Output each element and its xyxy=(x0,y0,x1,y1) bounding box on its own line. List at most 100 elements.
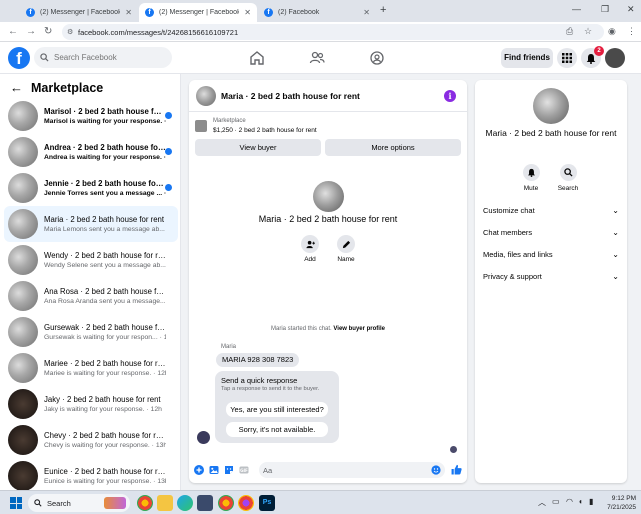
tab-label: (2) Messenger | Facebook xyxy=(40,9,121,16)
conversation-time: 12h xyxy=(150,406,162,413)
photo-icon[interactable] xyxy=(209,465,219,475)
conversation-avatar xyxy=(8,461,38,490)
wifi-icon[interactable]: ◠ xyxy=(566,497,573,506)
new-tab-button[interactable]: + xyxy=(380,4,386,16)
profile-icon[interactable]: ◉ xyxy=(608,26,616,37)
tab-close-icon[interactable]: ✕ xyxy=(363,8,370,17)
browser-tab-1[interactable]: f (2) Messenger | Facebook ✕ xyxy=(20,3,138,22)
bookmark-star-icon[interactable]: ☆ xyxy=(584,26,592,37)
conversation-item[interactable]: Wendy · 2 bed 2 bath house for rent Wendy… xyxy=(4,242,178,278)
photoshop-taskbar-icon[interactable]: Ps xyxy=(259,495,275,511)
conversation-item[interactable]: Jaky · 2 bed 2 bath house for rent Jaky i… xyxy=(4,386,178,422)
chrome-taskbar-icon[interactable] xyxy=(137,495,153,511)
conversation-item[interactable]: Jennie · 2 bed 2 bath house for rent Jenn… xyxy=(4,170,178,206)
browser-tab-3[interactable]: f (2) Facebook ✕ xyxy=(258,3,376,22)
conversation-name: Andrea · 2 bed 2 bath house for rent xyxy=(44,143,166,152)
facebook-favicon-icon: f xyxy=(26,8,35,17)
message-bubble: MARIA 928 308 7823 xyxy=(216,353,300,367)
conversation-item[interactable]: Mariee · 2 bed 2 bath house for rent Mari… xyxy=(4,350,178,386)
conversation-item[interactable]: Maria · 2 bed 2 bath house for rent Maria… xyxy=(4,206,178,242)
conversation-preview: Gursewak is waiting for your respon... ·… xyxy=(44,334,166,341)
friends-icon[interactable] xyxy=(309,50,325,66)
volume-icon[interactable]: ◖ xyxy=(578,497,583,506)
reload-icon[interactable]: ↻ xyxy=(44,26,52,37)
browser-menu-icon[interactable]: ⋮ xyxy=(627,26,636,37)
buyer-avatar[interactable] xyxy=(313,181,344,212)
view-buyer-button[interactable]: View buyer xyxy=(195,139,321,156)
site-info-icon[interactable]: ⚙ xyxy=(67,28,73,36)
maximize-icon[interactable]: ❐ xyxy=(601,4,609,15)
battery-icon[interactable]: ▮ xyxy=(589,497,593,506)
chat-members-section[interactable]: Chat members ⌄ xyxy=(483,226,619,240)
conversation-name: Maria · 2 bed 2 bath house for rent xyxy=(44,215,165,224)
windows-start-icon[interactable] xyxy=(10,497,22,509)
conversation-item[interactable]: Marisol · 2 bed 2 bath house for rent Mar… xyxy=(4,98,178,134)
facebook-logo-icon[interactable]: f xyxy=(8,47,30,69)
minimize-icon[interactable]: — xyxy=(572,4,581,14)
name-action[interactable]: Name xyxy=(334,235,358,263)
chat-title[interactable]: Maria · 2 bed 2 bath house for rent xyxy=(221,91,360,101)
quick-response-still-interested[interactable]: Yes, are you still interested? xyxy=(226,402,328,417)
conversation-item[interactable]: Eunice · 2 bed 2 bath house for rent Euni… xyxy=(4,458,178,490)
section-label: Customize chat xyxy=(483,206,535,215)
taskbar-search[interactable]: Search xyxy=(28,494,130,512)
url-field[interactable]: ⚙ facebook.com/messages/t/24268156616109… xyxy=(62,24,604,40)
message-input[interactable] xyxy=(263,463,423,477)
back-arrow-icon[interactable]: ← xyxy=(8,26,18,37)
tab-close-icon[interactable]: ✕ xyxy=(244,8,251,17)
chat-panel: Maria · 2 bed 2 bath house for rent i Ma… xyxy=(189,80,467,483)
unread-dot xyxy=(165,184,172,191)
section-label: Privacy & support xyxy=(483,272,542,281)
forward-arrow-icon[interactable]: → xyxy=(26,26,36,37)
file-explorer-icon[interactable] xyxy=(157,495,173,511)
section-label: Media, files and links xyxy=(483,250,553,259)
network-icon[interactable]: ▭ xyxy=(552,497,560,506)
view-buyer-profile-link[interactable]: View buyer profile xyxy=(333,326,385,332)
search-action[interactable]: Search xyxy=(554,164,582,192)
customize-chat-section[interactable]: Customize chat ⌄ xyxy=(483,204,619,218)
listing-thumbnail[interactable] xyxy=(195,120,207,132)
conversation-item[interactable]: Chevy · 2 bed 2 bath house for rent Chevy… xyxy=(4,422,178,458)
conversation-name: Marisol · 2 bed 2 bath house for rent xyxy=(44,107,166,116)
find-friends-button[interactable]: Find friends xyxy=(501,48,553,68)
info-icon[interactable]: i xyxy=(444,90,456,102)
thumbs-up-icon[interactable] xyxy=(451,464,462,475)
install-app-icon[interactable]: ⎙ xyxy=(566,26,573,37)
chrome-canary-taskbar-icon[interactable] xyxy=(238,495,254,511)
tray-overflow-icon[interactable]: ︿ xyxy=(538,497,546,508)
quick-response-not-available[interactable]: Sorry, it's not available. xyxy=(226,422,328,437)
privacy-support-section[interactable]: Privacy & support ⌄ xyxy=(483,270,619,284)
settings-taskbar-icon[interactable] xyxy=(197,495,213,511)
account-avatar[interactable] xyxy=(605,48,625,68)
chrome-profile-taskbar-icon[interactable] xyxy=(218,495,234,511)
close-window-icon[interactable]: ✕ xyxy=(627,4,635,15)
tab-close-icon[interactable]: ✕ xyxy=(125,8,132,17)
svg-text:GIF: GIF xyxy=(240,468,248,473)
gif-icon[interactable]: GIF xyxy=(239,465,249,475)
emoji-icon[interactable] xyxy=(431,465,441,475)
edge-taskbar-icon[interactable] xyxy=(177,495,193,511)
menu-button[interactable] xyxy=(557,48,577,68)
details-avatar[interactable] xyxy=(533,88,569,124)
conversation-item[interactable]: Ana Rosa · 2 bed 2 bath house for rent An… xyxy=(4,278,178,314)
media-files-links-section[interactable]: Media, files and links ⌄ xyxy=(483,248,619,262)
plus-circle-icon[interactable] xyxy=(194,465,204,475)
browser-tab-2[interactable]: f (2) Messenger | Facebook ✕ xyxy=(139,3,257,22)
conversation-item[interactable]: Andrea · 2 bed 2 bath house for rent Andr… xyxy=(4,134,178,170)
back-arrow-icon[interactable]: ← xyxy=(10,80,23,95)
message-input-box[interactable] xyxy=(259,462,445,478)
conversation-avatar xyxy=(8,317,38,347)
sticker-icon[interactable] xyxy=(224,465,234,475)
started-text: Maria started this chat. xyxy=(271,326,332,332)
search-input[interactable] xyxy=(54,53,164,62)
chat-avatar[interactable] xyxy=(196,86,216,106)
add-action[interactable]: Add xyxy=(298,235,322,263)
facebook-search-box[interactable] xyxy=(34,47,172,68)
system-clock[interactable]: 9:12 PM 7/21/2025 xyxy=(600,494,636,512)
groups-icon[interactable] xyxy=(369,50,385,66)
mute-action[interactable]: Mute xyxy=(517,164,545,192)
sidebar-title: Marketplace xyxy=(31,80,104,95)
conversation-item[interactable]: Gursewak · 2 bed 2 bath house for rent Gu… xyxy=(4,314,178,350)
home-icon[interactable] xyxy=(249,50,265,66)
more-options-button[interactable]: More options xyxy=(325,139,461,156)
